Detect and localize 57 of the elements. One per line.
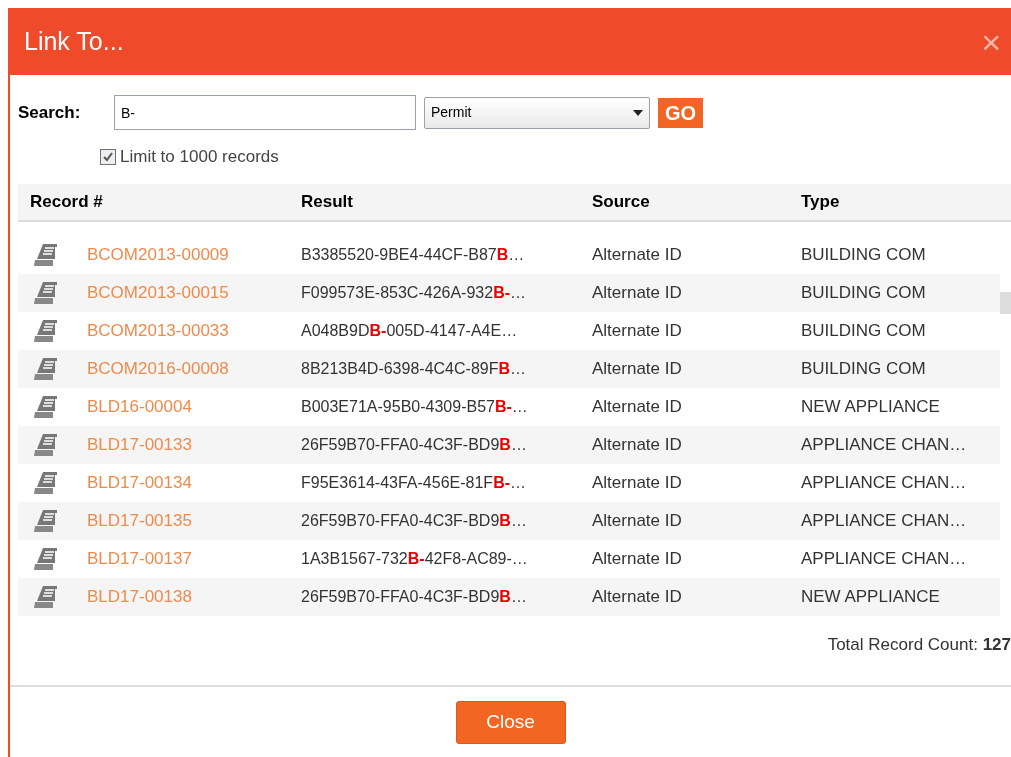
column-header[interactable]: Record # bbox=[18, 188, 301, 215]
type-cell-text: APPLIANCE CHAN… bbox=[801, 547, 968, 570]
document-icon bbox=[34, 432, 60, 457]
result-cell-text: 26F59B70-FFA0-4C3F-BD9B… bbox=[301, 586, 528, 607]
result-cell-text: 26F59B70-FFA0-4C3F-BD9B… bbox=[301, 510, 528, 531]
limit-checkbox[interactable] bbox=[100, 148, 116, 165]
result-cell-text: F099573E-853C-426A-932B-… bbox=[301, 282, 528, 303]
type-cell-text: BUILDING COM bbox=[801, 357, 927, 380]
type-cell-text: APPLIANCE CHAN… bbox=[801, 509, 968, 532]
document-icon bbox=[34, 318, 60, 343]
source-cell-text: Alternate ID bbox=[592, 547, 683, 570]
type-cell-text: NEW APPLIANCE bbox=[801, 585, 941, 608]
document-icon bbox=[34, 242, 60, 267]
source-cell-text: Alternate ID bbox=[592, 433, 683, 456]
type-cell-text: BUILDING COM bbox=[801, 243, 927, 266]
result-cell-text: F95E3614-43FA-456E-81FB-… bbox=[301, 472, 527, 493]
document-icon bbox=[34, 394, 60, 419]
type-cell-text: BUILDING COM bbox=[801, 281, 927, 304]
result-cell-text: 1A3B1567-732B-42F8-AC89-… bbox=[301, 548, 529, 569]
result-cell-text: A048B9DB-005D-4147-A4E… bbox=[301, 320, 519, 341]
document-icon bbox=[34, 280, 60, 305]
column-header[interactable]: Result bbox=[301, 188, 592, 215]
source-cell-text: Alternate ID bbox=[592, 395, 683, 418]
table-row[interactable]: BCOM2013-00015 F099573E-853C-426A-932B-… Alternate ID BUILDING COM bbox=[18, 273, 1000, 312]
type-cell-text: BUILDING COM bbox=[801, 319, 927, 342]
type-cell-text: APPLIANCE CHAN… bbox=[801, 433, 968, 456]
source-cell-text: Alternate ID bbox=[592, 281, 683, 304]
caret-icon bbox=[633, 109, 643, 116]
result-cell-text: 26F59B70-FFA0-4C3F-BD9B… bbox=[301, 434, 528, 455]
result-cell-text: 8B213B4D-6398-4C4C-89FB… bbox=[301, 358, 527, 379]
dialog-title: Link To... bbox=[24, 25, 124, 57]
document-icon bbox=[34, 508, 60, 533]
result-cell-text: B003E71A-95B0-4309-B57B-… bbox=[301, 396, 529, 417]
result-cell-text: B3385520-9BE4-44CF-B87B… bbox=[301, 244, 526, 265]
table-row[interactable]: BLD17-00135 26F59B70-FFA0-4C3F-BD9B… Alternate ID APPLIANCE CHAN… bbox=[18, 501, 1000, 540]
table-row[interactable]: BCOM2016-00008 8B213B4D-6398-4C4C-89FB… Alternate ID BUILDING COM bbox=[18, 349, 1000, 388]
source-cell-text: Alternate ID bbox=[592, 471, 683, 494]
document-icon bbox=[34, 584, 60, 609]
column-header[interactable]: Source bbox=[592, 188, 801, 215]
type-cell-text: NEW APPLIANCE bbox=[801, 395, 941, 418]
table-row[interactable]: BLD17-00138 26F59B70-FFA0-4C3F-BD9B… Alternate ID NEW APPLIANCE bbox=[18, 577, 1000, 616]
document-icon bbox=[34, 546, 60, 571]
total-record-count: Total Record Count: 127 bbox=[827, 633, 1011, 656]
document-icon bbox=[34, 356, 60, 381]
source-cell-text: Alternate ID bbox=[592, 585, 683, 608]
column-header[interactable]: Type bbox=[801, 188, 1011, 215]
source-cell-text: Alternate ID bbox=[592, 509, 683, 532]
document-icon bbox=[34, 470, 60, 495]
limit-label: Limit to 1000 records bbox=[120, 146, 279, 168]
search-label: Search: bbox=[18, 101, 82, 124]
search-field[interactable]: B- bbox=[114, 95, 416, 130]
source-cell-text: Alternate ID bbox=[592, 357, 683, 380]
category-dropdown[interactable]: Permit bbox=[424, 96, 650, 129]
source-cell-text: Alternate ID bbox=[592, 319, 683, 342]
table-row[interactable]: BLD17-00133 26F59B70-FFA0-4C3F-BD9B… Alternate ID APPLIANCE CHAN… bbox=[18, 425, 1000, 464]
source-cell-text: Alternate ID bbox=[592, 243, 683, 266]
type-cell-text: APPLIANCE CHAN… bbox=[801, 471, 968, 494]
